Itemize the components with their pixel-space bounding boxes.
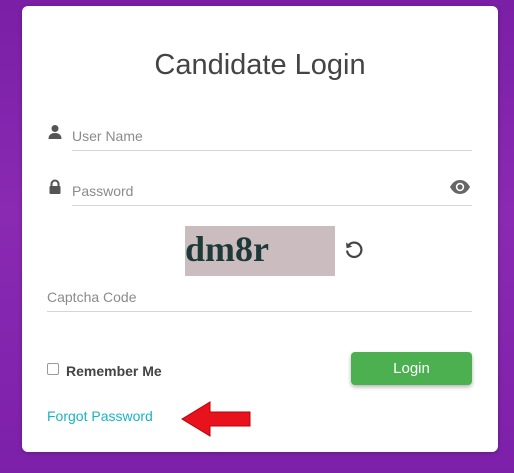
lock-icon (47, 179, 63, 195)
page-title: Candidate Login (154, 49, 366, 81)
forgot-password-link[interactable]: Forgot Password (47, 408, 153, 424)
captcha-image-text: dm8r (185, 229, 269, 269)
login-card: Candidate Login dm8r Re (22, 6, 498, 452)
refresh-icon[interactable] (343, 239, 365, 261)
remember-me[interactable]: Remember Me (47, 360, 162, 379)
username-input[interactable] (72, 122, 472, 151)
user-icon (47, 124, 63, 140)
red-arrow-icon (181, 401, 251, 437)
captcha-text-part: dm8r (185, 229, 269, 269)
remember-me-label: Remember Me (66, 363, 162, 379)
password-input[interactable] (72, 177, 472, 206)
login-button[interactable]: Login (351, 352, 472, 385)
eye-icon[interactable] (449, 179, 471, 195)
remember-me-checkbox[interactable] (47, 363, 59, 375)
captcha-input[interactable] (47, 283, 472, 312)
captcha-image: dm8r (185, 226, 335, 276)
